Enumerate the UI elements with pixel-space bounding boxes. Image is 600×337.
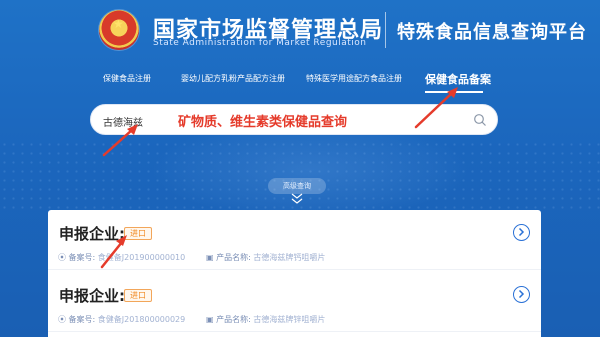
- national-emblem-icon: ★: [99, 10, 139, 50]
- active-tab-indicator: [425, 91, 483, 93]
- location-pin-icon: ⦿: [58, 315, 66, 324]
- record-number: ⦿ 备案号: 食健备J201800000029: [58, 314, 185, 325]
- record-number-label: 备案号:: [68, 253, 96, 262]
- agency-title-english: State Administration for Market Regulati…: [153, 38, 367, 48]
- advanced-search-button[interactable]: 高级查询: [268, 178, 326, 194]
- nav-item-health-food-filing[interactable]: 保健食品备案: [425, 71, 491, 87]
- import-badge: 进口: [124, 289, 152, 302]
- product-name-label: 产品名称:: [216, 315, 251, 324]
- annotation-caption: 矿物质、维生素类保健品查询: [178, 115, 348, 130]
- results-panel: 申报企业: 进口 ⦿ 备案号: 食健备J201900000010 ▣ 产品名称:…: [48, 210, 541, 337]
- document-icon: ▣: [206, 253, 214, 262]
- nav-item-health-food-registration[interactable]: 保健食品注册: [103, 73, 151, 84]
- chevron-right-icon: [518, 227, 525, 237]
- location-pin-icon: ⦿: [58, 253, 66, 262]
- record-number-value: 食健备J201900000010: [97, 253, 186, 262]
- platform-name: 特殊食品信息查询平台: [397, 22, 587, 43]
- globe-glow-decoration: [150, 120, 470, 220]
- document-icon: ▣: [206, 315, 214, 324]
- result-card[interactable]: 申报企业: 进口 ⦿ 备案号: 食健备J201900000010 ▣ 产品名称:…: [48, 210, 541, 270]
- open-detail-button[interactable]: [513, 224, 530, 241]
- site-header: ★ 国家市场监督管理总局 State Administration for Ma…: [0, 0, 600, 62]
- record-number-label: 备案号:: [68, 315, 96, 324]
- nav-item-infant-formula-registration[interactable]: 婴幼儿配方乳粉产品配方注册: [181, 73, 285, 84]
- chevron-right-icon: [518, 289, 525, 299]
- record-number-value: 食健备J201800000029: [97, 315, 186, 324]
- product-name-value: 古德海兹牌钙咀嚼片: [253, 253, 326, 262]
- product-name: ▣ 产品名称: 古德海兹牌钙咀嚼片: [206, 252, 325, 263]
- company-label: 申报企业:: [59, 225, 125, 243]
- import-badge: 进口: [124, 227, 152, 240]
- product-name-label: 产品名称:: [216, 253, 251, 262]
- product-name: ▣ 产品名称: 古德海兹牌锌咀嚼片: [206, 314, 325, 325]
- record-number: ⦿ 备案号: 食健备J201900000010: [58, 252, 185, 263]
- company-label: 申报企业:: [59, 287, 125, 305]
- product-name-value: 古德海兹牌锌咀嚼片: [253, 315, 326, 324]
- search-icon[interactable]: [473, 113, 487, 127]
- nav-item-special-medical-food-registration[interactable]: 特殊医学用途配方食品注册: [306, 73, 402, 84]
- double-chevron-down-icon[interactable]: [290, 193, 304, 205]
- open-detail-button[interactable]: [513, 286, 530, 303]
- header-divider: [385, 12, 386, 48]
- result-card[interactable]: 申报企业: 进口 ⦿ 备案号: 食健备J201800000029 ▣ 产品名称:…: [48, 272, 541, 332]
